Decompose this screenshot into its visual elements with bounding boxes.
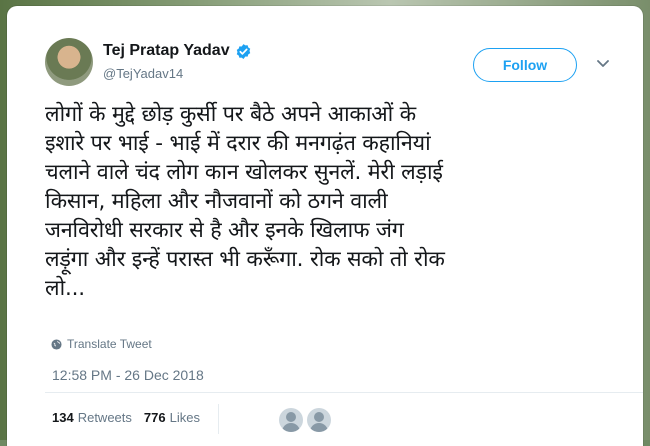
likes-label[interactable]: Likes: [170, 410, 200, 425]
tweet-text-line: जनविरोधी सरकार से है और इनके खिलाफ जंग: [45, 218, 404, 243]
tweet-text-line: चलाने वाले चंद लोग कान खोलकर सुनलें. मेर…: [45, 160, 443, 185]
tweet-timestamp[interactable]: 12:58 PM - 26 Dec 2018: [52, 367, 204, 383]
retweets-label[interactable]: Retweets: [78, 410, 132, 425]
liker-avatar[interactable]: [279, 408, 303, 432]
retweets-count[interactable]: 134: [52, 410, 74, 425]
globe-icon: [51, 338, 62, 350]
tweet-text-line: लो...: [45, 276, 85, 301]
tweet-text-line: लड़ूंगा और इन्हें परास्त भी करूँगा. रोक …: [45, 247, 445, 272]
tweet-text: लोगों के मुद्दे छोड़ कुर्सी पर बैठे अपने…: [45, 100, 615, 303]
tweet-text-line: इशारे पर भाई - भाई में दरार की मनगढ़ंत क…: [45, 131, 431, 156]
follow-button[interactable]: Follow: [473, 48, 577, 82]
divider: [45, 392, 643, 393]
liker-avatar[interactable]: [307, 408, 331, 432]
tweet-stats: 134 Retweets 776 Likes: [52, 410, 200, 425]
chevron-down-icon[interactable]: [597, 60, 609, 68]
verified-badge-icon: [236, 43, 250, 59]
avatar[interactable]: [45, 38, 93, 86]
tweet-text-line: किसान, महिला और नौजवानों को ठगने वाली: [45, 189, 388, 214]
author-name-row[interactable]: Tej Pratap Yadav: [103, 42, 252, 60]
tweet-card: Tej Pratap Yadav @TejYadav14 Follow लोगो…: [7, 6, 643, 446]
likes-count[interactable]: 776: [144, 410, 166, 425]
display-name[interactable]: Tej Pratap Yadav: [103, 42, 230, 60]
author-handle[interactable]: @TejYadav14: [103, 66, 183, 81]
translate-tweet-link[interactable]: Translate Tweet: [51, 337, 152, 351]
stats-separator: [218, 404, 219, 434]
tweet-text-line: लोगों के मुद्दे छोड़ कुर्सी पर बैठे अपने…: [45, 102, 416, 127]
translate-tweet-label[interactable]: Translate Tweet: [67, 337, 152, 351]
